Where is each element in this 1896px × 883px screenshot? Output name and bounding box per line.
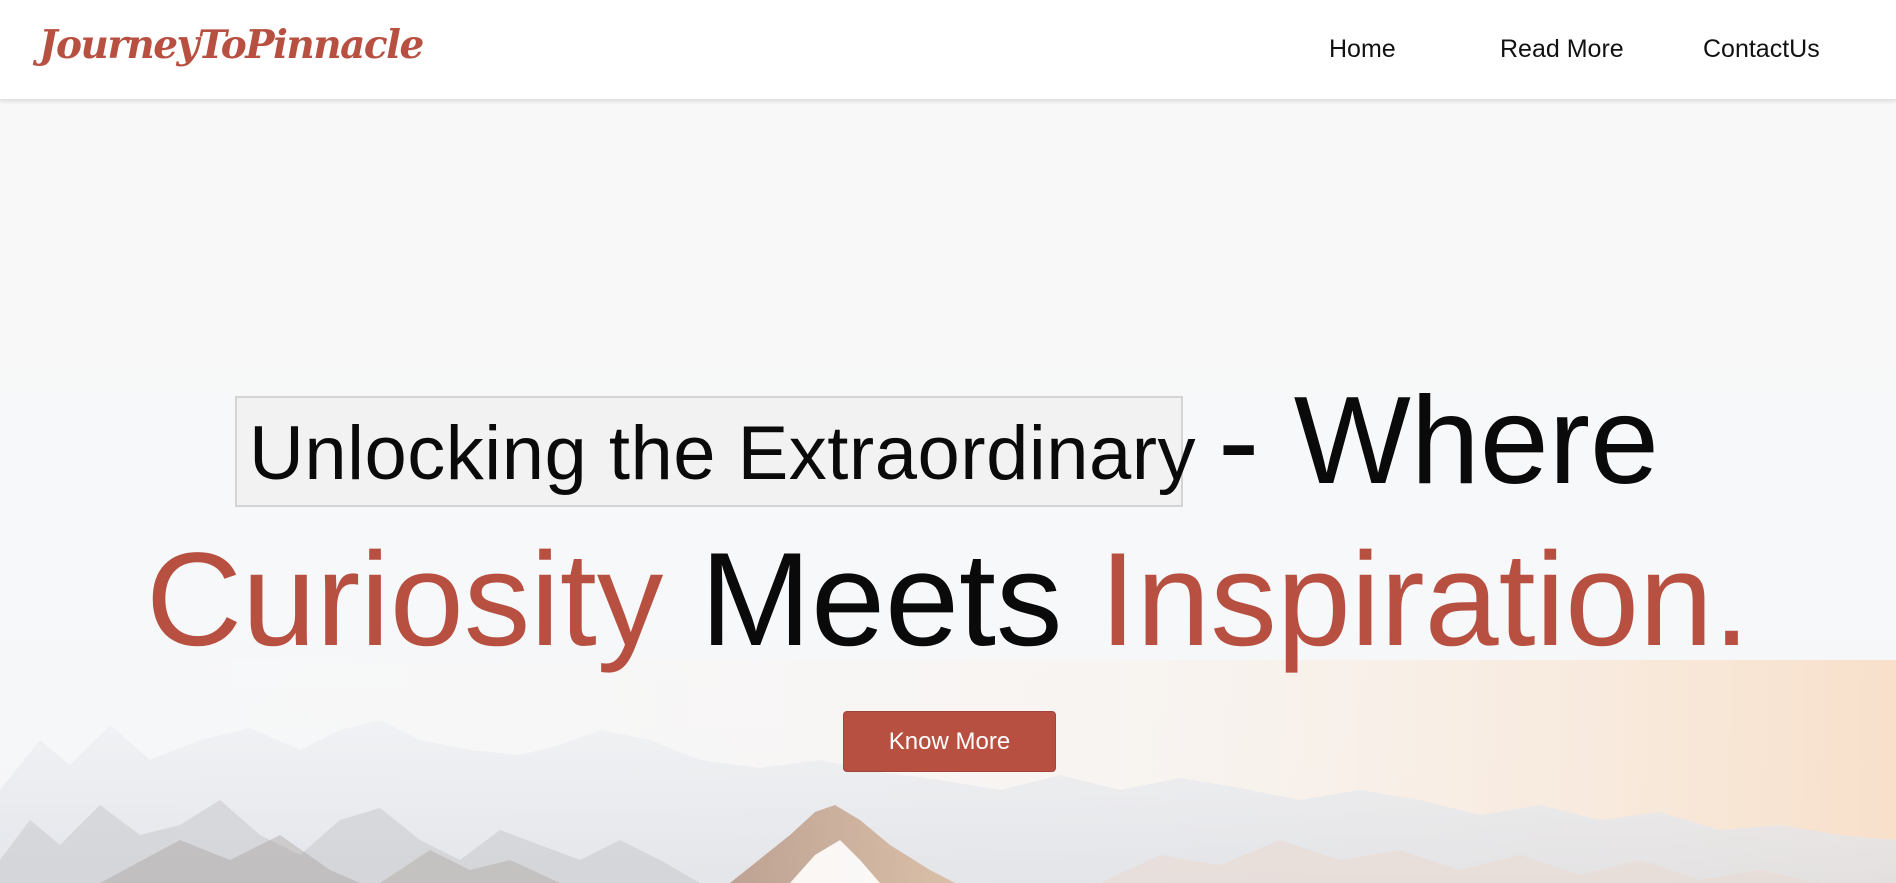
headline-line-1: Unlocking the Extraordinary - Where [0,370,1896,510]
brand-logo[interactable]: JourneyToPinnacle [39,22,424,68]
nav-home[interactable]: Home [1329,35,1396,64]
headline-word-curiosity: Curiosity [145,526,664,674]
headline-word-inspiration: Inspiration. [1099,526,1750,674]
nav-read-more[interactable]: Read More [1500,35,1624,64]
headline-line-2: Curiosity Meets Inspiration. [0,527,1896,673]
headline-where-text: - Where [1218,372,1659,510]
top-navbar: JourneyToPinnacle Home Read More Contact… [0,0,1896,100]
headline-word-meets: Meets [700,526,1063,674]
nav-contact-us[interactable]: ContactUs [1703,35,1820,64]
headline-highlight-text: Unlocking the Extraordinary [249,411,1197,496]
know-more-button[interactable]: Know More [843,711,1056,772]
